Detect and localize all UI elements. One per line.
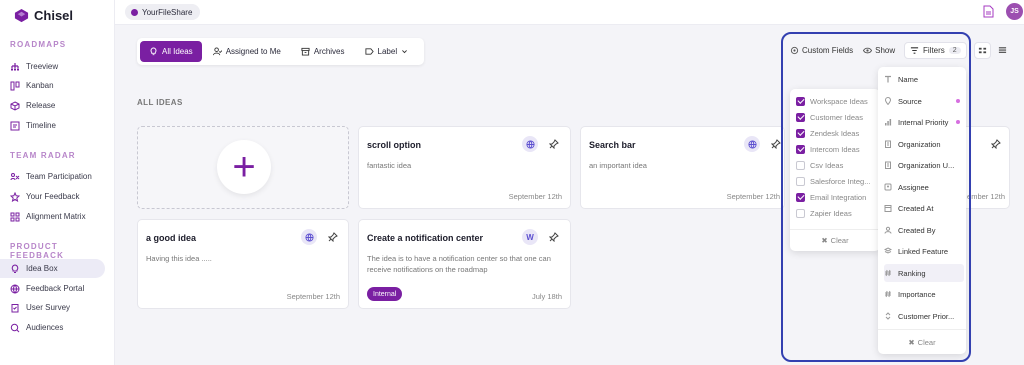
- idea-description: an important idea: [589, 161, 647, 170]
- sidebar-item-label: Timeline: [26, 121, 56, 130]
- tab-label: Assigned to Me: [225, 47, 281, 56]
- user-check-icon: [212, 47, 222, 56]
- archive-icon: [301, 47, 310, 56]
- sidebar-item-label: Kanban: [26, 81, 54, 90]
- pin-icon[interactable]: [328, 232, 338, 242]
- sidebar-item-label: Idea Box: [26, 264, 58, 273]
- idea-date: July 18th: [531, 292, 562, 301]
- idea-card[interactable]: Search bar an important idea September 1…: [580, 126, 785, 209]
- sidebar-item-audiences[interactable]: Audiences: [0, 318, 105, 337]
- sidebar-item-label: Team Participation: [26, 172, 92, 181]
- lightbulb-icon: [150, 47, 157, 56]
- treeview-icon: [11, 62, 19, 70]
- kanban-icon: [10, 81, 20, 90]
- sidebar: Chisel ROADMAPS Treeview Kanban Release …: [0, 0, 115, 365]
- chisel-logo-icon: [14, 8, 29, 23]
- workspace-name: YourFileShare: [142, 7, 193, 17]
- tab-label: Archives: [313, 47, 345, 56]
- assignee-avatar[interactable]: W: [522, 229, 538, 245]
- sidebar-item-idea-box[interactable]: Idea Box: [0, 259, 105, 278]
- survey-icon: [11, 303, 19, 312]
- pin-icon[interactable]: [549, 139, 559, 149]
- idea-tabs: All Ideas Assigned to Me Archives Label: [137, 38, 424, 65]
- app-logo[interactable]: Chisel: [14, 8, 73, 23]
- idea-card[interactable]: scroll option fantastic idea September 1…: [358, 126, 571, 209]
- sidebar-item-label: Your Feedback: [26, 192, 80, 201]
- globe-icon: [10, 284, 20, 293]
- sidebar-item-your-feedback[interactable]: Your Feedback: [0, 187, 105, 206]
- user-avatar[interactable]: JS: [1006, 3, 1023, 20]
- idea-title: Search bar: [589, 140, 636, 150]
- sidebar-item-feedback-portal[interactable]: Feedback Portal: [0, 279, 105, 298]
- sidebar-item-timeline[interactable]: Timeline: [0, 116, 105, 135]
- workspace-switcher[interactable]: YourFileShare: [125, 4, 201, 20]
- section-heading: ALL IDEAS: [137, 98, 183, 107]
- sidebar-item-release[interactable]: Release: [0, 96, 105, 115]
- grid-icon: [978, 47, 987, 54]
- idea-card[interactable]: a good idea Having this idea ..... Septe…: [137, 219, 349, 309]
- tab-all-ideas[interactable]: All Ideas: [140, 41, 202, 62]
- tab-label: All Ideas: [162, 47, 193, 56]
- focus-highlight-box: [781, 32, 971, 362]
- idea-description: fantastic idea: [367, 161, 412, 170]
- portal-globe-icon[interactable]: [744, 136, 760, 152]
- list-icon: [998, 47, 1007, 53]
- plus-icon: +: [217, 140, 271, 194]
- idea-date: ember 12th: [967, 192, 1005, 201]
- sidebar-item-label: User Survey: [26, 303, 71, 312]
- sidebar-item-treeview[interactable]: Treeview: [0, 57, 105, 76]
- idea-date: September 12th: [286, 292, 340, 301]
- sidebar-item-label: Feedback Portal: [26, 284, 85, 293]
- section-title-roadmaps: ROADMAPS: [10, 40, 67, 49]
- pin-icon[interactable]: [549, 232, 559, 242]
- sidebar-item-user-survey[interactable]: User Survey: [0, 298, 105, 317]
- participation-icon: [10, 172, 20, 180]
- matrix-icon: [10, 212, 20, 221]
- audience-icon: [10, 323, 20, 332]
- sidebar-item-kanban[interactable]: Kanban: [0, 76, 105, 95]
- sidebar-item-team-participation[interactable]: Team Participation: [0, 167, 105, 186]
- tab-label-dropdown[interactable]: Label: [356, 41, 418, 62]
- pin-icon[interactable]: [771, 139, 781, 149]
- tab-assigned-to-me[interactable]: Assigned to Me: [204, 41, 290, 62]
- idea-description: The idea is to have a notification cente…: [367, 254, 551, 274]
- list-view-button[interactable]: [994, 42, 1011, 59]
- idea-title: Create a notification center: [367, 233, 484, 243]
- tab-archives[interactable]: Archives: [292, 41, 354, 62]
- idea-description: Having this idea .....: [146, 254, 212, 263]
- chevron-down-icon: [402, 50, 408, 54]
- idea-title: a good idea: [146, 233, 197, 243]
- idea-title: scroll option: [367, 140, 421, 150]
- sidebar-item-label: Release: [26, 101, 56, 110]
- label-badge: Internal: [367, 287, 403, 301]
- star-icon: [10, 191, 20, 202]
- grid-view-button[interactable]: [974, 42, 991, 59]
- sidebar-item-alignment-matrix[interactable]: Alignment Matrix: [0, 207, 105, 226]
- portal-globe-icon[interactable]: [301, 229, 317, 245]
- timeline-icon: [10, 121, 20, 130]
- idea-date: September 12th: [726, 192, 780, 201]
- sidebar-item-label: Alignment Matrix: [26, 212, 86, 221]
- section-title-team-radar: TEAM RADAR: [10, 151, 76, 160]
- section-title-product-feedback: PRODUCT FEEDBACK: [10, 242, 65, 260]
- pin-icon[interactable]: [991, 139, 1001, 149]
- top-bar: YourFileShare JS: [115, 0, 1024, 25]
- sidebar-item-label: Treeview: [26, 62, 59, 71]
- document-icon[interactable]: [983, 5, 994, 18]
- tab-label: Label: [377, 47, 398, 56]
- lightbulb-icon: [11, 263, 19, 273]
- add-idea-card[interactable]: +: [137, 126, 349, 209]
- idea-date: September 12th: [508, 192, 562, 201]
- tag-icon: [364, 48, 374, 55]
- idea-card[interactable]: Create a notification center W The idea …: [358, 219, 571, 309]
- sidebar-item-label: Audiences: [26, 323, 64, 332]
- portal-globe-icon[interactable]: [522, 136, 538, 152]
- app-name: Chisel: [34, 8, 74, 23]
- workspace-icon: [131, 8, 138, 16]
- release-icon: [10, 100, 20, 111]
